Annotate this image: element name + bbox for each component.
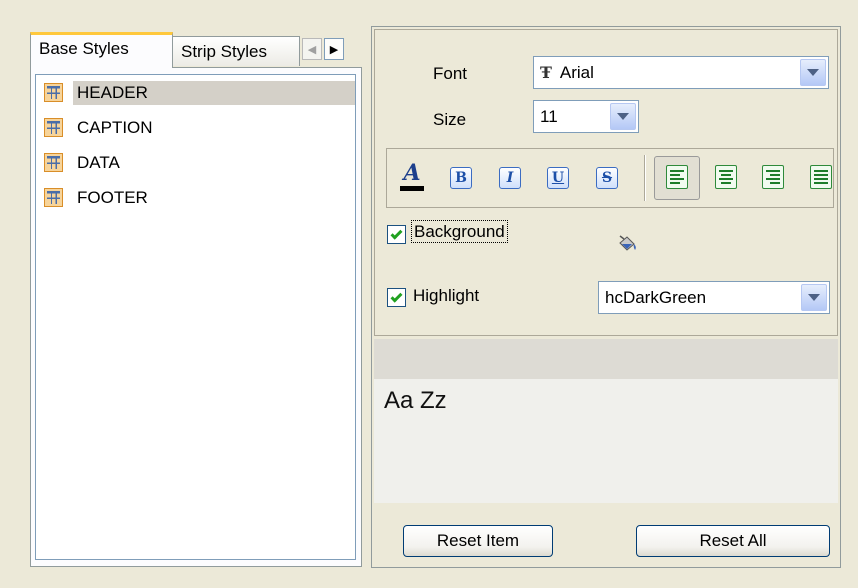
grid-icon [44,153,63,172]
underline-button[interactable]: U [547,167,569,189]
tab-strip-styles[interactable]: Strip Styles [172,36,300,66]
properties-group: Font Ŧ Arial Size 11 A B I U S Backgroun… [374,29,838,336]
size-label: Size [433,110,467,129]
reset-item-button[interactable]: Reset Item [403,525,553,557]
truetype-font-icon: Ŧ [540,63,552,82]
align-right-button[interactable] [762,165,784,189]
background-label[interactable]: Background [411,220,508,243]
styles-tab-control: Base Styles Strip Styles ◀ ▶ HEADER CAPT… [30,32,362,567]
highlight-color-select[interactable]: hcDarkGreen [598,281,830,314]
chevron-down-icon[interactable] [800,59,826,86]
grid-icon [44,188,63,207]
highlight-color-value: hcDarkGreen [605,287,707,307]
tab-base-styles[interactable]: Base Styles [30,32,173,68]
highlight-label[interactable]: Highlight [413,286,479,306]
grid-icon [44,83,63,102]
list-item-label: FOOTER [77,187,148,207]
list-item-label: DATA [77,152,120,172]
toolbar-separator [644,155,646,201]
preview-text: Aa Zz [384,387,447,414]
format-toolbar: A B I U S [386,148,834,208]
style-properties-panel: Font Ŧ Arial Size 11 A B I U S Backgroun… [371,26,841,568]
tab-scroll-left-button[interactable]: ◀ [302,38,322,60]
style-preview: Aa Zz [374,379,838,503]
list-item-label: CAPTION [77,117,153,137]
chevron-down-icon[interactable] [610,103,636,130]
checkmark-icon [390,290,403,303]
styles-list[interactable]: HEADER CAPTION DATA FOOTER [35,74,356,560]
align-center-button[interactable] [715,165,737,189]
font-select[interactable]: Ŧ Arial [533,56,829,89]
list-item-caption[interactable]: CAPTION [36,110,355,145]
list-item-header[interactable]: HEADER [36,75,355,110]
font-select-value: Arial [559,62,594,82]
checkmark-icon [390,227,403,240]
chevron-down-icon[interactable] [801,284,827,311]
list-item-data[interactable]: DATA [36,145,355,180]
background-checkbox[interactable] [387,225,406,244]
reset-all-button[interactable]: Reset All [636,525,830,557]
tab-page-base-styles: HEADER CAPTION DATA FOOTER [30,67,362,567]
font-label: Font [433,64,468,83]
font-color-button[interactable]: A [397,161,427,197]
tab-scroll-buttons: ◀ ▶ [302,38,344,60]
size-select-value: 11 [540,106,558,126]
list-item-label: HEADER [73,80,355,105]
font-color-icon: A [403,160,421,186]
preview-header-strip [374,339,838,379]
paint-bucket-icon[interactable] [616,235,640,255]
list-item-footer[interactable]: FOOTER [36,180,355,215]
style-editor-window: Base Styles Strip Styles ◀ ▶ HEADER CAPT… [0,0,858,588]
font-color-swatch [400,186,424,191]
align-justify-button[interactable] [810,165,832,189]
highlight-checkbox[interactable] [387,288,406,307]
strikeout-button[interactable]: S [596,167,618,189]
tab-scroll-right-button[interactable]: ▶ [324,38,344,60]
grid-icon [44,118,63,137]
align-left-button[interactable] [666,165,688,189]
size-select[interactable]: 11 [533,100,639,133]
italic-button[interactable]: I [499,167,521,189]
bold-button[interactable]: B [450,167,472,189]
